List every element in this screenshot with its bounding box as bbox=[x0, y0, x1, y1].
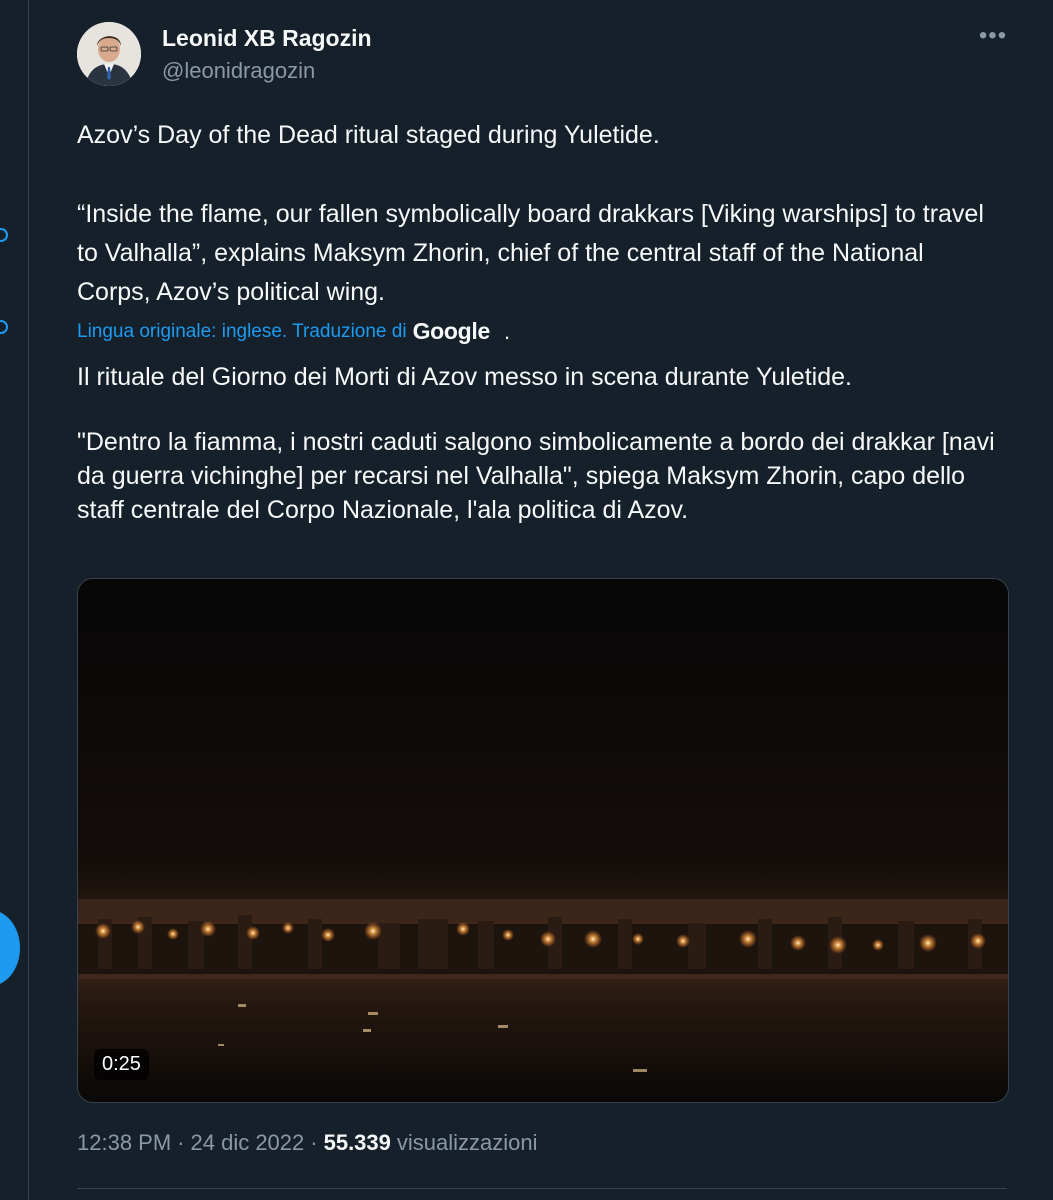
translation-attribution[interactable]: Lingua originale: inglese. Traduzione di… bbox=[77, 318, 510, 345]
compose-tweet-button[interactable] bbox=[0, 910, 20, 986]
author-avatar[interactable] bbox=[77, 22, 141, 86]
video-player[interactable]: 0:25 bbox=[77, 578, 1009, 1103]
divider bbox=[77, 1188, 1007, 1189]
translated-text-paragraph: "Dentro la fiamma, i nostri caduti salgo… bbox=[77, 428, 995, 524]
more-options-button[interactable]: ••• bbox=[977, 24, 1009, 50]
translated-text-paragraph: Il rituale del Giorno dei Morti di Azov … bbox=[77, 363, 852, 391]
google-logo: Google bbox=[412, 318, 491, 344]
translation-suffix: . bbox=[503, 318, 511, 344]
more-horizontal-icon: ••• bbox=[978, 22, 1008, 49]
tweet-detail: Leonid XB Ragozin @leonidragozin ••• Azo… bbox=[28, 0, 1053, 1200]
author-handle[interactable]: @leonidragozin bbox=[162, 58, 315, 84]
nav-dot-icon[interactable] bbox=[0, 228, 8, 242]
tweet-text-paragraph: Azov’s Day of the Dead ritual staged dur… bbox=[77, 121, 660, 149]
video-duration-badge: 0:25 bbox=[94, 1049, 149, 1080]
views-count[interactable]: 55.339 bbox=[324, 1130, 391, 1156]
meta-separator: · bbox=[310, 1130, 318, 1155]
translation-label[interactable]: Lingua originale: inglese. Traduzione di bbox=[77, 321, 407, 343]
tweet-date[interactable]: 24 dic 2022 bbox=[191, 1130, 305, 1156]
views-label[interactable]: visualizzazioni bbox=[397, 1130, 538, 1156]
nav-dot-icon[interactable] bbox=[0, 320, 8, 334]
author-name[interactable]: Leonid XB Ragozin bbox=[162, 25, 372, 52]
tweet-metadata: 12:38 PM · 24 dic 2022 · 55.339 visualiz… bbox=[77, 1130, 538, 1156]
meta-separator: · bbox=[177, 1130, 185, 1155]
left-navigation-rail bbox=[0, 0, 28, 1200]
tweet-text-paragraph: “Inside the flame, our fallen symbolical… bbox=[77, 200, 984, 306]
tweet-time[interactable]: 12:38 PM bbox=[77, 1130, 171, 1156]
video-thumbnail bbox=[78, 579, 1008, 1102]
person-avatar-icon bbox=[77, 22, 141, 86]
